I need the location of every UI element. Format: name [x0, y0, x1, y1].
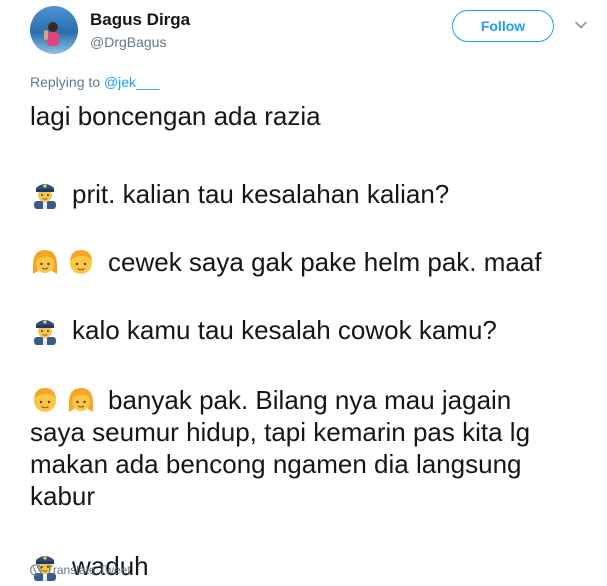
- tweet-line: banyak pak. Bilang nya mau jagain: [30, 384, 590, 416]
- tweet-header: Bagus Dirga @DrgBagus Follow: [30, 6, 600, 56]
- globe-icon: [30, 564, 42, 576]
- boy-face-icon: [30, 385, 60, 415]
- tweet-text: lagi boncengan ada razia prit. kalian ta…: [30, 100, 590, 582]
- chevron-down-icon[interactable]: [574, 18, 588, 32]
- replying-to: Replying to @jek___: [30, 74, 159, 90]
- follow-button[interactable]: Follow: [452, 10, 554, 42]
- translate-label: Translate Tweet: [46, 563, 131, 577]
- author-name[interactable]: Bagus Dirga: [90, 10, 190, 30]
- tweet-line: prit. kalian tau kesalahan kalian?: [30, 178, 590, 210]
- tweet-line-text: cewek saya gak pake helm pak. maaf: [108, 247, 542, 277]
- replying-mention-link[interactable]: @jek___: [104, 74, 159, 90]
- girl-face-icon: [30, 247, 60, 277]
- tweet-line: cewek saya gak pake helm pak. maaf: [30, 246, 590, 278]
- police-officer-icon: [30, 179, 60, 209]
- tweet-line-text: prit. kalian tau kesalahan kalian?: [72, 179, 450, 209]
- tweet-line-text: kabur: [30, 481, 96, 511]
- author-handle[interactable]: @DrgBagus: [90, 34, 166, 50]
- tweet-line-text: lagi boncengan ada razia: [30, 101, 321, 131]
- girl-face-icon: [66, 385, 96, 415]
- tweet-line: kabur: [30, 480, 590, 512]
- tweet-line-text: banyak pak. Bilang nya mau jagain: [108, 385, 512, 415]
- tweet-line: kalo kamu tau kesalah cowok kamu?: [30, 314, 590, 346]
- avatar[interactable]: [30, 6, 78, 54]
- tweet-line-text: makan ada bencong ngamen dia langsung: [30, 449, 522, 479]
- tweet-line: saya seumur hidup, tapi kemarin pas kita…: [30, 416, 590, 448]
- boy-face-icon: [66, 247, 96, 277]
- avatar-person-icon: [44, 22, 59, 46]
- tweet-line-text: saya seumur hidup, tapi kemarin pas kita…: [30, 417, 531, 447]
- replying-prefix: Replying to: [30, 74, 101, 90]
- translate-tweet-link[interactable]: Translate Tweet: [30, 563, 131, 577]
- police-officer-icon: [30, 315, 60, 345]
- tweet-line: makan ada bencong ngamen dia langsung: [30, 448, 590, 480]
- tweet-line-text: kalo kamu tau kesalah cowok kamu?: [72, 315, 497, 345]
- tweet-line: lagi boncengan ada razia: [30, 100, 590, 132]
